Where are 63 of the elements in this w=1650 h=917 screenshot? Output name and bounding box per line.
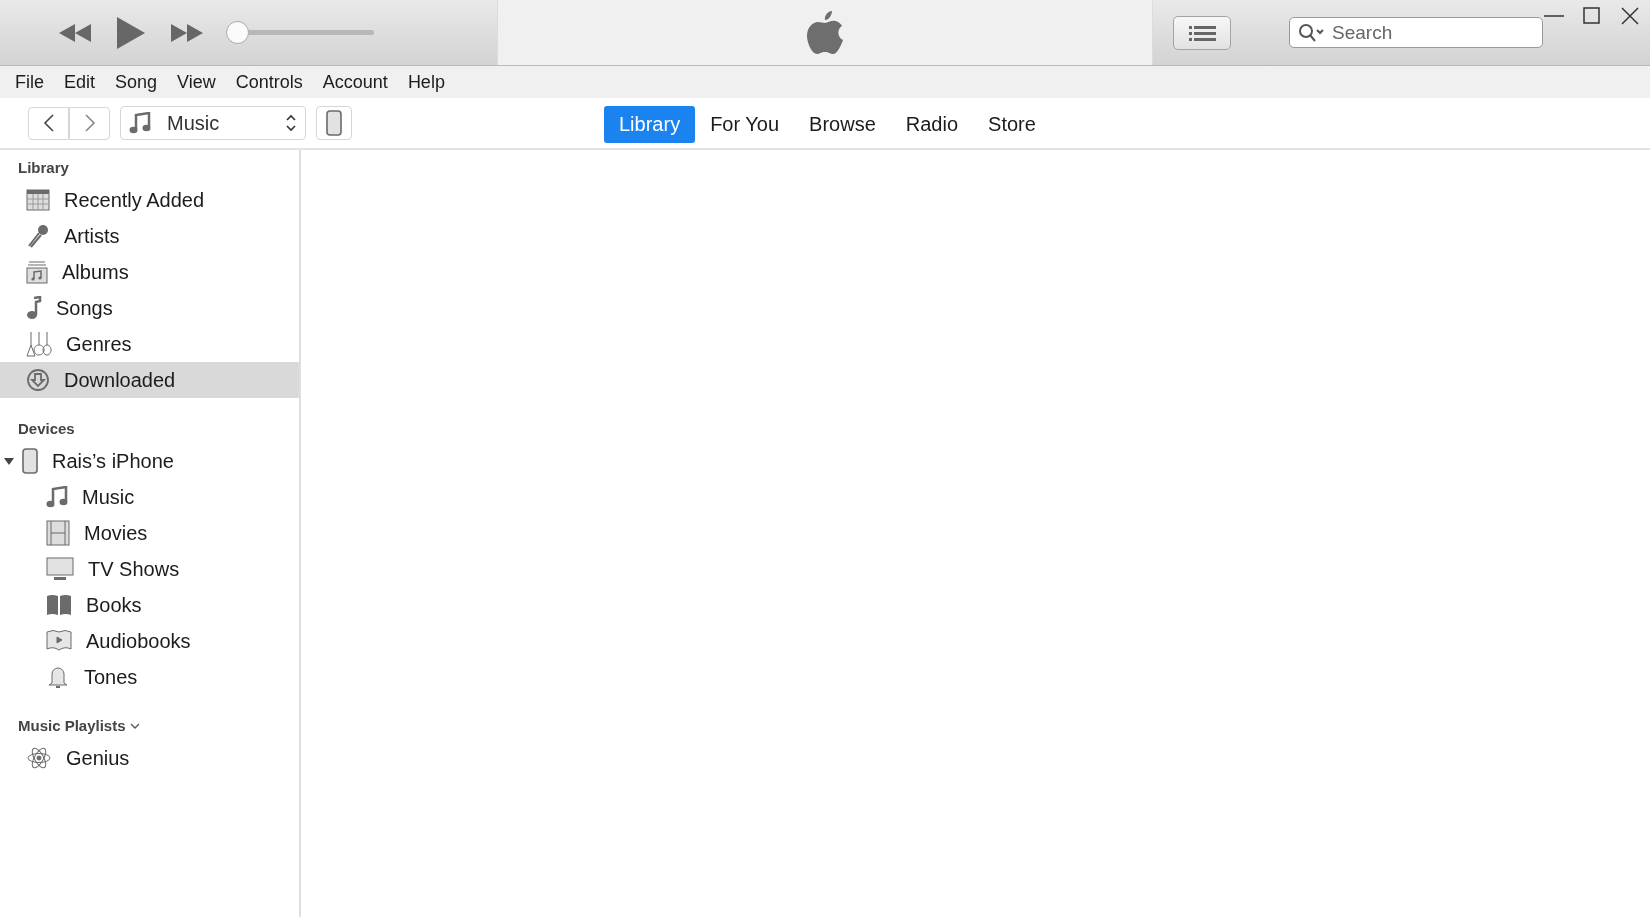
search-icon (1298, 22, 1326, 43)
sidebar-item[interactable]: Recently Added (0, 182, 299, 218)
menu-item[interactable]: Song (115, 71, 158, 93)
tab[interactable]: Radio (890, 106, 974, 143)
fast-forward-button[interactable] (170, 22, 204, 43)
disclosure-triangle-icon[interactable] (4, 456, 14, 466)
audiobook-icon (46, 629, 72, 653)
album-icon (26, 260, 48, 284)
tab[interactable]: Store (973, 106, 1051, 143)
up-next-button[interactable] (1173, 15, 1231, 50)
section-header[interactable]: Music Playlists (0, 709, 299, 740)
phone-icon (22, 448, 38, 474)
sidebar-item[interactable]: Rais’s iPhone (0, 443, 299, 479)
menu-item[interactable]: Help (407, 71, 445, 93)
numbered-list-icon (1188, 23, 1216, 42)
apple-logo-icon (806, 9, 844, 56)
calendar-icon (26, 189, 50, 211)
tv-icon (46, 557, 74, 581)
sidebar-item[interactable]: Downloaded (0, 362, 299, 398)
search-field[interactable]: Search (1289, 17, 1543, 48)
sidebar-item[interactable]: Audiobooks (0, 623, 299, 659)
up-down-chevron-icon (285, 114, 297, 132)
sidebar-item[interactable]: Artists (0, 218, 299, 254)
media-picker[interactable]: Music (120, 106, 306, 140)
sidebar-item[interactable]: Movies (0, 515, 299, 551)
sidebar-item[interactable]: Albums (0, 254, 299, 290)
menu-item[interactable]: File (15, 71, 44, 93)
tab[interactable]: Library (604, 106, 696, 143)
menu-item[interactable]: Controls (235, 71, 303, 93)
phone-icon (326, 110, 342, 136)
device-button[interactable] (316, 106, 352, 140)
bell-icon (46, 664, 70, 690)
play-button[interactable] (116, 15, 146, 50)
book-icon (46, 594, 72, 616)
volume-thumb[interactable] (226, 21, 249, 44)
sidebar-item[interactable]: Books (0, 587, 299, 623)
rewind-button[interactable] (58, 22, 92, 43)
chevron-left-icon (42, 113, 55, 133)
music-note-icon (26, 296, 42, 320)
volume-slider[interactable] (226, 21, 374, 44)
atom-icon (26, 745, 52, 771)
tab[interactable]: Browse (794, 106, 891, 143)
microphone-icon (26, 224, 50, 248)
back-button[interactable] (28, 106, 69, 140)
tab[interactable]: For You (695, 106, 795, 143)
sidebar-item[interactable]: Genres (0, 326, 299, 362)
sidebar-item[interactable]: Tones (0, 659, 299, 695)
menu-item[interactable]: Edit (64, 71, 96, 93)
menu-item[interactable]: Account (322, 71, 388, 93)
sidebar-item[interactable]: TV Shows (0, 551, 299, 587)
sidebar-item[interactable]: Music (0, 479, 299, 515)
chevron-right-icon (83, 113, 96, 133)
music-note-icon (46, 486, 68, 508)
film-icon (46, 520, 70, 546)
section-header: Library (17, 158, 70, 178)
section-header: Devices (17, 419, 76, 439)
menu-item[interactable]: View (177, 71, 216, 93)
sidebar-item[interactable]: Songs (0, 290, 299, 326)
minimize-icon (1544, 15, 1564, 17)
sidebar-item[interactable]: Genius (0, 740, 299, 776)
guitars-icon (26, 331, 52, 357)
music-note-icon (129, 112, 151, 134)
download-icon (26, 368, 50, 392)
